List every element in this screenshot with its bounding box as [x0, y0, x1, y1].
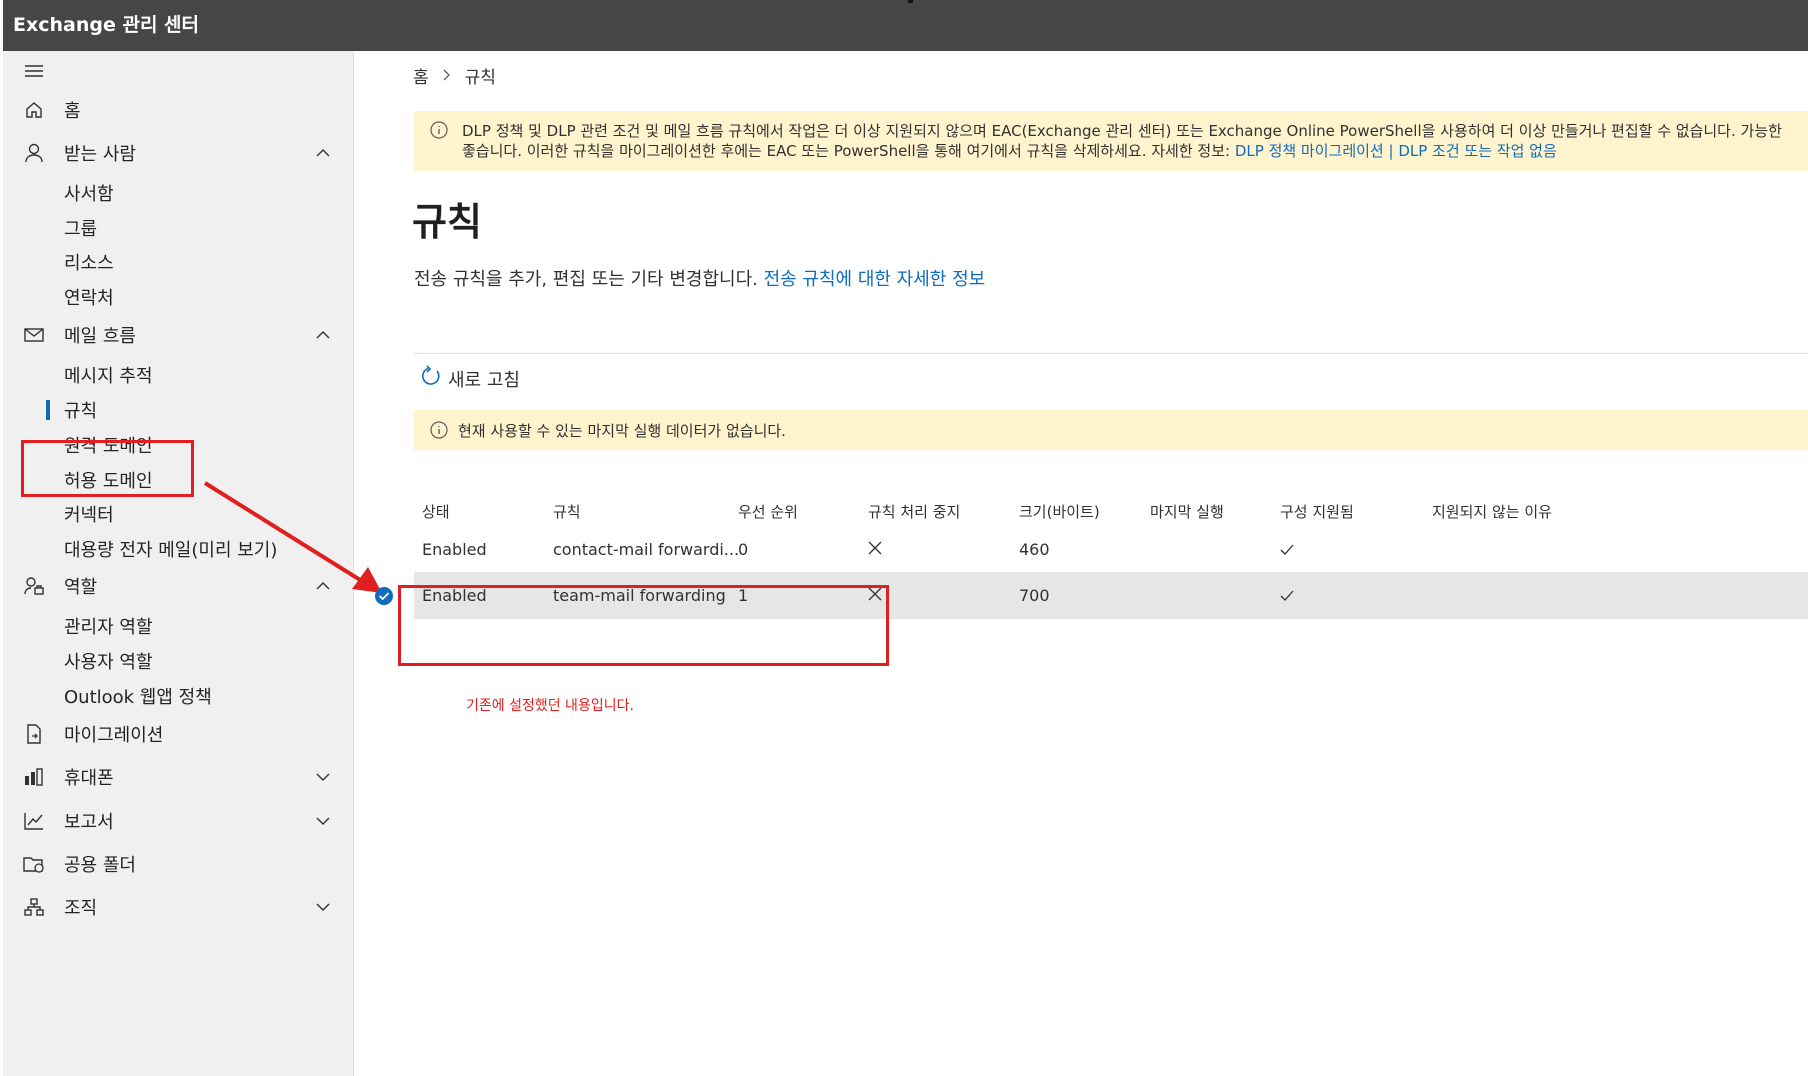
- breadcrumb: 홈 규칙: [413, 63, 496, 88]
- mobile-icon: [22, 765, 46, 789]
- link-separator: |: [1383, 142, 1399, 160]
- dlp-conditions-link[interactable]: DLP 조건 또는 작업 없음: [1398, 142, 1556, 160]
- selected-indicator: [46, 400, 50, 420]
- checkmark-circle-icon[interactable]: [375, 587, 393, 609]
- sidebar-item-label: 보고서: [64, 812, 114, 833]
- app-title: Exchange 관리 센터: [13, 14, 200, 36]
- highlight-box-rules-nav: [21, 440, 194, 497]
- column-header-status[interactable]: 상태: [422, 501, 450, 522]
- cell-size: 460: [1019, 540, 1050, 559]
- divider: [414, 353, 1808, 354]
- sidebar-item-resources[interactable]: 리소스: [64, 249, 114, 275]
- mail-icon: [22, 323, 46, 347]
- sidebar-item-mobile[interactable]: 휴대폰: [3, 757, 353, 797]
- cell-status: Enabled: [422, 540, 487, 559]
- app-header: Exchange 관리 센터: [3, 0, 1808, 51]
- warning-line-2: 좋습니다. 이러한 규칙을 마이그레이션한 후에는 EAC 또는 PowerSh…: [462, 141, 1557, 161]
- column-header-stop-processing[interactable]: 규칙 처리 중지: [868, 501, 960, 522]
- sidebar-item-mail-flow[interactable]: 메일 흐름: [3, 315, 353, 355]
- chevron-right-icon: [443, 66, 451, 86]
- sidebar-item-label: 메일 흐름: [64, 326, 136, 347]
- sidebar-item-label: 공용 폴더: [64, 855, 136, 876]
- description-text: 전송 규칙을 추가, 편집 또는 기타 변경합니다.: [414, 269, 764, 290]
- refresh-icon: [420, 365, 442, 392]
- hamburger-button[interactable]: [3, 51, 353, 91]
- column-header-last-run[interactable]: 마지막 실행: [1150, 501, 1224, 522]
- sidebar-item-connectors[interactable]: 커넥터: [64, 501, 114, 527]
- sidebar-item-owa-policies[interactable]: Outlook 웹앱 정책: [64, 683, 212, 709]
- chevron-up-icon[interactable]: [313, 143, 333, 163]
- chevron-down-icon[interactable]: [313, 897, 333, 917]
- sidebar-item-groups[interactable]: 그룹: [64, 215, 97, 241]
- annotation-note: 기존에 설정했던 내용입니다.: [466, 698, 634, 714]
- info-icon: [430, 421, 448, 439]
- chart-icon: [22, 809, 46, 833]
- column-header-size[interactable]: 크기(바이트): [1019, 501, 1100, 522]
- cell-rule: contact-mail forwardi...: [553, 540, 740, 559]
- sidebar-item-message-trace[interactable]: 메시지 추적: [64, 362, 153, 388]
- dlp-migration-link[interactable]: DLP 정책 마이그레이션: [1235, 142, 1384, 160]
- sidebar-item-label: 휴대폰: [64, 768, 114, 789]
- column-header-unsupported-reason[interactable]: 지원되지 않는 이유: [1432, 501, 1552, 522]
- org-icon: [22, 895, 46, 919]
- chevron-down-icon[interactable]: [313, 767, 333, 787]
- cell-priority: 0: [738, 540, 749, 559]
- sidebar-item-mailboxes[interactable]: 사서함: [64, 180, 114, 206]
- sidebar-item-migration[interactable]: 마이그레이션: [3, 714, 353, 754]
- sidebar-item-label: 홈: [64, 101, 81, 122]
- refresh-label: 새로 고침: [448, 369, 520, 391]
- column-header-priority[interactable]: 우선 순위: [738, 501, 798, 522]
- hamburger-icon: [22, 59, 46, 83]
- deprecation-warning-banner: DLP 정책 및 DLP 관련 조건 및 메일 흐름 규칙에서 작업은 더 이상…: [414, 111, 1808, 171]
- migration-icon: [22, 722, 46, 746]
- home-icon: [22, 98, 46, 122]
- breadcrumb-home[interactable]: 홈: [413, 63, 429, 88]
- sidebar-item-label: 조직: [64, 898, 98, 919]
- warning-line-1: DLP 정책 및 DLP 관련 조건 및 메일 흐름 규칙에서 작업은 더 이상…: [462, 122, 1782, 140]
- info-banner: 현재 사용할 수 있는 마지막 실행 데이터가 없습니다.: [414, 410, 1808, 450]
- learn-more-link[interactable]: 전송 규칙에 대한 자세한 정보: [764, 269, 986, 290]
- sidebar-item-home[interactable]: 홈: [3, 90, 353, 130]
- checkmark-icon: [1280, 587, 1294, 606]
- header-mark: [908, 0, 913, 3]
- chevron-up-icon[interactable]: [313, 325, 333, 345]
- column-header-rule[interactable]: 규칙: [553, 501, 581, 522]
- sidebar-item-admin-roles[interactable]: 관리자 역할: [64, 613, 153, 639]
- checkmark-icon: [1280, 541, 1294, 560]
- breadcrumb-current: 규칙: [464, 68, 496, 88]
- highlight-box-selected-rule: [398, 585, 889, 666]
- chevron-down-icon[interactable]: [313, 811, 333, 831]
- role-icon: [22, 574, 46, 598]
- page-description: 전송 규칙을 추가, 편집 또는 기타 변경합니다. 전송 규칙에 대한 자세한…: [414, 265, 985, 291]
- refresh-button[interactable]: 새로 고침: [420, 365, 520, 392]
- info-icon: [430, 121, 448, 144]
- sidebar-item-label: 마이그레이션: [64, 725, 164, 746]
- page-title: 규칙: [412, 200, 482, 244]
- sidebar-item-user-roles[interactable]: 사용자 역할: [64, 648, 153, 674]
- person-icon: [22, 141, 46, 165]
- sidebar-item-label: 받는 사람: [64, 144, 136, 165]
- sidebar-item-label: 역할: [64, 577, 98, 598]
- sidebar-item-rules[interactable]: 규칙: [64, 397, 97, 423]
- info-text: 현재 사용할 수 있는 마지막 실행 데이터가 없습니다.: [458, 421, 786, 440]
- x-mark-icon: [868, 540, 882, 559]
- sidebar-item-reports[interactable]: 보고서: [3, 801, 353, 841]
- warning-text: 좋습니다. 이러한 규칙을 마이그레이션한 후에는 EAC 또는 PowerSh…: [462, 142, 1235, 160]
- folder-icon: [22, 852, 46, 876]
- sidebar-item-contacts[interactable]: 연락처: [64, 284, 114, 310]
- cell-size: 700: [1019, 586, 1050, 605]
- main-content: 홈 규칙 DLP 정책 및 DLP 관련 조건 및 메일 흐름 규칙에서 작업은…: [354, 51, 1808, 1076]
- sidebar-item-recipients[interactable]: 받는 사람: [3, 133, 353, 173]
- column-header-config-supported[interactable]: 구성 지원됨: [1280, 501, 1354, 522]
- sidebar-item-public-folders[interactable]: 공용 폴더: [3, 844, 353, 884]
- sidebar-item-organization[interactable]: 조직: [3, 887, 353, 927]
